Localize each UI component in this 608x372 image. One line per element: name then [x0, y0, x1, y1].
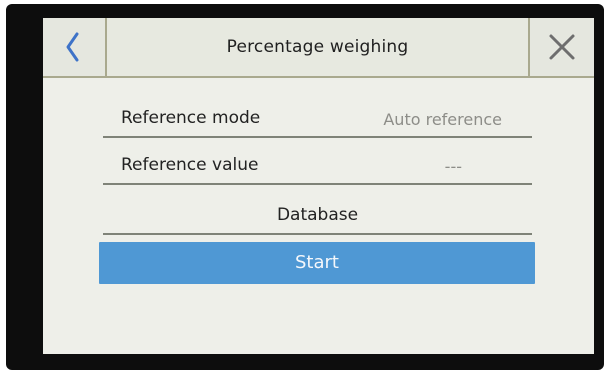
reference-mode-label: Reference mode: [121, 108, 261, 128]
reference-mode-value: Auto reference: [383, 110, 502, 129]
reference-value-label: Reference value: [121, 155, 259, 175]
database-row[interactable]: Database: [103, 199, 532, 235]
page-title: Percentage weighing: [226, 37, 409, 57]
start-button[interactable]: Start: [99, 242, 535, 284]
reference-mode-row[interactable]: Reference mode Auto reference: [103, 102, 532, 138]
device-bezel: Percentage weighing Reference mode Auto …: [6, 4, 604, 370]
header-bar: Percentage weighing: [43, 18, 594, 78]
reference-value-value: ---: [444, 157, 462, 176]
touch-screen: Percentage weighing Reference mode Auto …: [43, 18, 594, 354]
close-button[interactable]: [528, 18, 594, 76]
photo-background: Percentage weighing Reference mode Auto …: [0, 0, 608, 372]
close-icon: [549, 34, 575, 60]
back-button[interactable]: [43, 18, 107, 76]
database-label: Database: [276, 205, 359, 225]
chevron-left-icon: [66, 32, 79, 62]
reference-value-row[interactable]: Reference value ---: [103, 149, 532, 185]
